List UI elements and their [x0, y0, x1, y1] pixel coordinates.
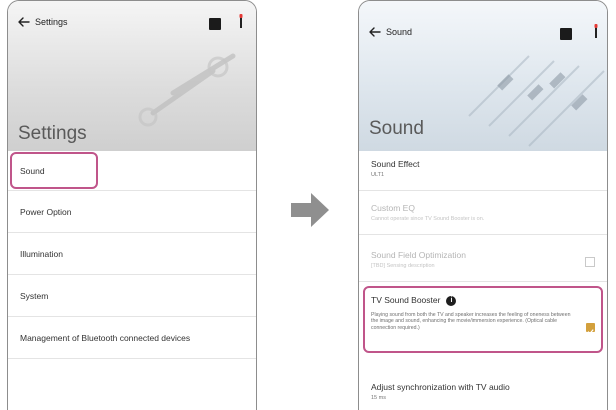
remote-icon[interactable]	[560, 28, 572, 40]
menu-item-illumination[interactable]: Illumination	[8, 233, 256, 275]
sound-field-checkbox	[585, 257, 595, 267]
right-arrow-icon	[291, 193, 329, 227]
setting-title: Adjust synchronization with TV audio	[371, 382, 510, 392]
page-title: Settings	[18, 123, 87, 144]
back-arrow-icon[interactable]	[17, 15, 31, 29]
topbar-title: Sound	[386, 27, 413, 37]
custom-eq-setting: Custom EQ Cannot operate since TV Sound …	[359, 203, 607, 222]
setting-title: Custom EQ	[371, 203, 415, 213]
divider	[359, 281, 607, 282]
setting-title: Sound Field Optimization	[371, 250, 466, 260]
menu-item-label: Power Option	[20, 206, 72, 217]
setting-title: Sound Effect	[371, 159, 420, 169]
topbar-title: Settings	[35, 17, 68, 27]
power-icon[interactable]	[592, 23, 600, 39]
setting-subtitle: Cannot operate since TV Sound Booster is…	[371, 216, 485, 222]
topbar: Sound	[359, 1, 607, 45]
menu-item-label: Illumination	[20, 248, 63, 259]
topbar: Settings	[8, 1, 256, 45]
back-arrow-icon[interactable]	[368, 25, 382, 39]
setting-subtitle: [TBD] Sensing description	[371, 263, 435, 269]
menu-item-label: System	[20, 290, 49, 301]
setting-value: ULT1	[371, 172, 385, 178]
divider	[359, 234, 607, 235]
sync-adjust-setting[interactable]: Adjust synchronization with TV audio 15 …	[359, 382, 607, 401]
settings-screen: Settings Settings Sound Power Option Ill…	[7, 0, 257, 410]
remote-icon[interactable]	[209, 18, 221, 30]
power-icon[interactable]	[237, 13, 245, 29]
tv-sound-booster-highlight-box	[363, 286, 603, 353]
menu-item-system[interactable]: System	[8, 275, 256, 317]
sound-field-optimization-setting: Sound Field Optimization [TBD] Sensing d…	[359, 250, 607, 269]
sound-effect-setting[interactable]: Sound Effect ULT1	[359, 159, 607, 178]
menu-item-label: Management of Bluetooth connected device…	[20, 332, 191, 343]
sound-screen: Sound Sound Sound Effect ULT1 Custom EQ …	[358, 0, 608, 410]
setting-value: 15 ms	[371, 395, 386, 401]
menu-item-power-option[interactable]: Power Option	[8, 191, 256, 233]
sound-highlight-box	[10, 152, 98, 189]
divider	[359, 190, 607, 191]
page-title: Sound	[369, 118, 424, 139]
menu-item-bluetooth-devices[interactable]: Management of Bluetooth connected device…	[8, 317, 256, 359]
